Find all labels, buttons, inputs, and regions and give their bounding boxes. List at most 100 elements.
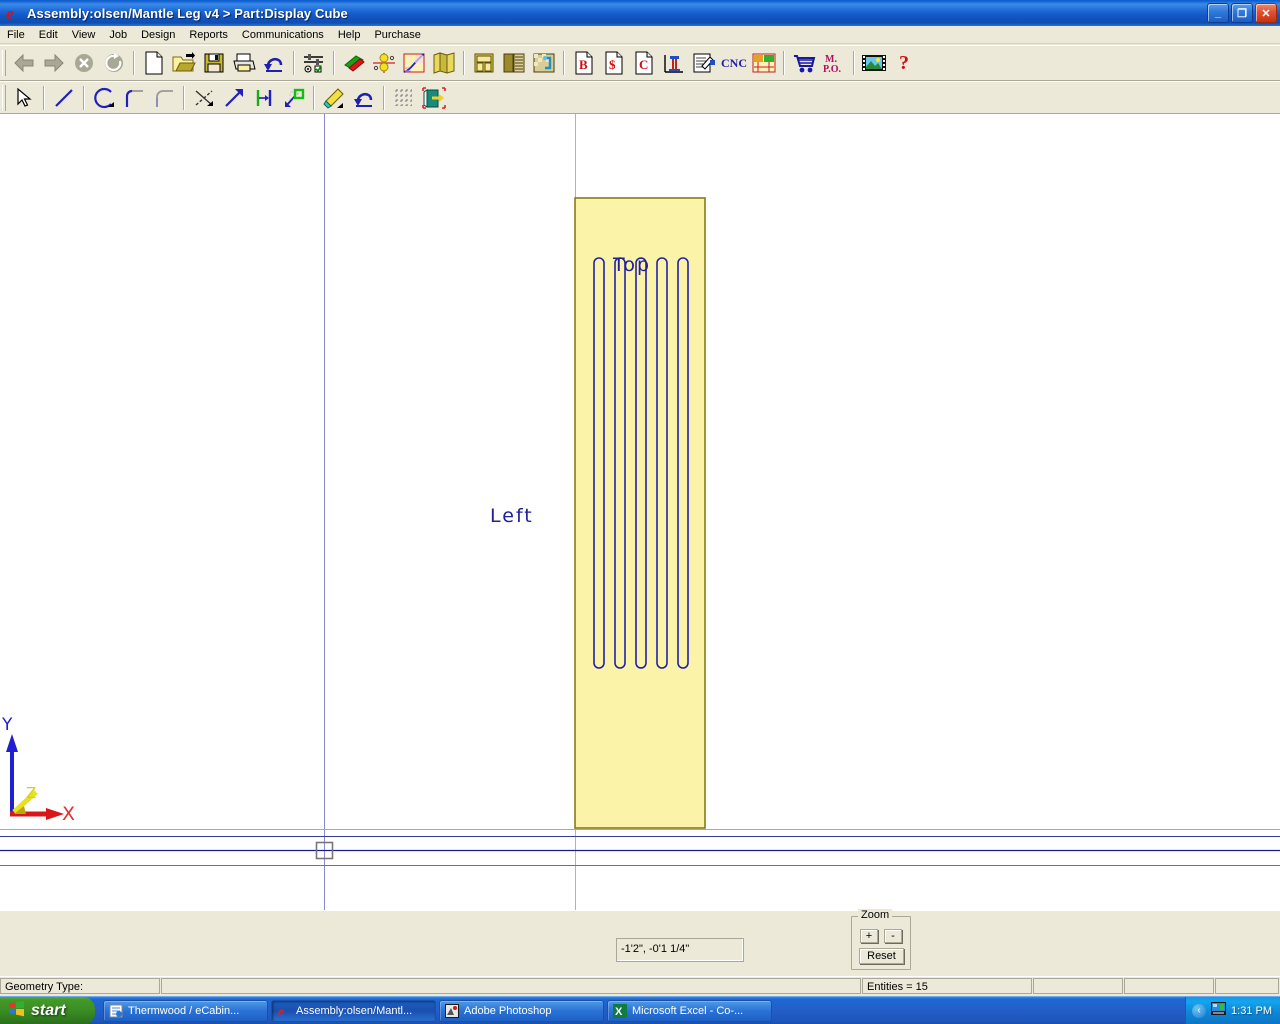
tray-expand-chevron-icon[interactable]: ‹ — [1192, 1003, 1207, 1018]
svg-text:X: X — [62, 803, 75, 825]
taskbar-item-label: Assembly:olsen/Mantl... — [296, 1004, 413, 1017]
cnc-label: CNC — [721, 55, 747, 70]
title-bar: e Assembly:olsen/Mantle Leg v4 > Part:Di… — [0, 0, 1280, 26]
photoshop-icon — [445, 1003, 459, 1018]
windows-flag-icon — [8, 1000, 25, 1022]
menu-communications[interactable]: Communications — [235, 27, 331, 43]
canvas-vector-layer: Y X Z — [0, 114, 1280, 910]
cost-report-icon[interactable]: $ — [599, 49, 629, 77]
menu-file[interactable]: File — [0, 27, 32, 43]
windows-taskbar: start Thermwood / eCabin... e Assembly:o… — [0, 996, 1280, 1024]
help-question-mark: ? — [899, 51, 909, 74]
menu-help[interactable]: Help — [331, 27, 368, 43]
zoom-in-button[interactable]: + — [860, 929, 878, 943]
notes-icon[interactable] — [689, 49, 719, 77]
main-toolbar: B $ C CNC M. P.O. ? — [0, 45, 1280, 81]
close-button[interactable]: ✕ — [1255, 3, 1277, 23]
svg-text:P.O.: P.O. — [823, 64, 841, 74]
restore-button[interactable]: ❐ — [1231, 3, 1253, 23]
exit-door-icon[interactable] — [419, 85, 449, 111]
settings-sliders-icon[interactable] — [299, 49, 329, 77]
line-icon[interactable] — [49, 85, 79, 111]
taskbar-task-list: Thermwood / eCabin... e Assembly:olsen/M… — [103, 999, 772, 1022]
taskbar-item-photoshop[interactable]: Adobe Photoshop — [439, 999, 604, 1022]
edgeband-icon[interactable] — [399, 49, 429, 77]
menu-purchase[interactable]: Purchase — [367, 27, 427, 43]
hardware-icon[interactable] — [369, 49, 399, 77]
undo-icon[interactable] — [259, 49, 289, 77]
view-label-left: Left — [490, 505, 534, 527]
svg-text:e: e — [278, 1005, 284, 1018]
cnc-icon[interactable]: CNC — [719, 49, 749, 77]
extend-icon[interactable] — [219, 85, 249, 111]
book-layers-icon[interactable] — [429, 49, 459, 77]
move-to-icon[interactable] — [279, 85, 309, 111]
minimize-button[interactable]: _ — [1207, 3, 1229, 23]
network-tray-icon[interactable] — [1211, 1001, 1227, 1021]
elevation-icon[interactable] — [659, 49, 689, 77]
fillet-icon[interactable] — [119, 85, 149, 111]
coordinate-readout[interactable]: -1'2", -0'1 1/4" — [616, 938, 744, 962]
menu-job[interactable]: Job — [102, 27, 134, 43]
toolbar-separator — [133, 51, 135, 75]
cabinet-icon[interactable] — [469, 49, 499, 77]
trim-icon[interactable] — [189, 85, 219, 111]
toolbar-separator — [293, 51, 295, 75]
select-pointer-icon[interactable] — [9, 85, 39, 111]
toolbar-separator — [313, 85, 315, 110]
countertop-icon[interactable] — [529, 49, 559, 77]
toolbar-grip[interactable] — [2, 84, 6, 111]
menu-design[interactable]: Design — [134, 27, 182, 43]
svg-text:X: X — [615, 1006, 623, 1018]
toolbar-separator — [43, 85, 45, 110]
materials-icon[interactable] — [339, 49, 369, 77]
taskbar-item-label: Adobe Photoshop — [464, 1004, 552, 1017]
toolbar-separator — [383, 85, 385, 110]
status-geometry-type-value — [161, 978, 861, 994]
svg-text:$: $ — [609, 57, 616, 72]
script-e-icon: e — [277, 1004, 291, 1020]
undo-draw-icon[interactable] — [349, 85, 379, 111]
taskbar-item-thermwood[interactable]: Thermwood / eCabin... — [103, 999, 268, 1022]
window-title: Assembly:olsen/Mantle Leg v4 > Part:Disp… — [27, 5, 348, 21]
cart-icon[interactable] — [789, 49, 819, 77]
start-button[interactable]: start — [0, 996, 95, 1024]
corner-round-icon[interactable] — [149, 85, 179, 111]
back-arrow-icon[interactable] — [9, 49, 39, 77]
help-icon[interactable]: ? — [889, 49, 919, 77]
print-icon[interactable] — [229, 49, 259, 77]
open-folder-icon[interactable] — [169, 49, 199, 77]
menu-reports[interactable]: Reports — [182, 27, 235, 43]
contract-report-icon[interactable]: C — [629, 49, 659, 77]
zoom-out-button[interactable]: - — [884, 929, 902, 943]
toolbar-grip[interactable] — [2, 50, 6, 76]
stop-icon[interactable] — [69, 49, 99, 77]
arc-icon[interactable] — [89, 85, 119, 111]
system-tray: ‹ 1:31 PM — [1185, 996, 1280, 1024]
drawing-canvas[interactable]: Y X Z Top Left — [0, 114, 1280, 910]
cabinet-list-icon[interactable] — [499, 49, 529, 77]
bid-report-icon[interactable]: B — [569, 49, 599, 77]
menu-view[interactable]: View — [65, 27, 103, 43]
nesting-icon[interactable] — [749, 49, 779, 77]
eraser-icon[interactable] — [319, 85, 349, 111]
new-file-icon[interactable] — [139, 49, 169, 77]
svg-text:Y: Y — [1, 715, 13, 735]
zoom-reset-button[interactable]: Reset — [859, 948, 904, 964]
taskbar-item-excel[interactable]: X Microsoft Excel - Co-... — [607, 999, 772, 1022]
refresh-icon[interactable] — [99, 49, 129, 77]
forward-arrow-icon[interactable] — [39, 49, 69, 77]
taskbar-item-label: Microsoft Excel - Co-... — [632, 1004, 744, 1017]
dimension-icon[interactable] — [249, 85, 279, 111]
svg-text:e: e — [6, 4, 14, 22]
save-disk-icon[interactable] — [199, 49, 229, 77]
status-spare-3 — [1215, 978, 1279, 994]
window-controls: _ ❐ ✕ — [1207, 3, 1280, 23]
grid-snap-icon[interactable] — [389, 85, 419, 111]
toolbar-separator — [853, 51, 855, 75]
menu-edit[interactable]: Edit — [32, 27, 65, 43]
svg-text:C: C — [639, 57, 648, 72]
purchase-order-icon[interactable]: M. P.O. — [819, 49, 849, 77]
render-film-icon[interactable] — [859, 49, 889, 77]
taskbar-item-assembly[interactable]: e Assembly:olsen/Mantl... — [271, 999, 436, 1022]
